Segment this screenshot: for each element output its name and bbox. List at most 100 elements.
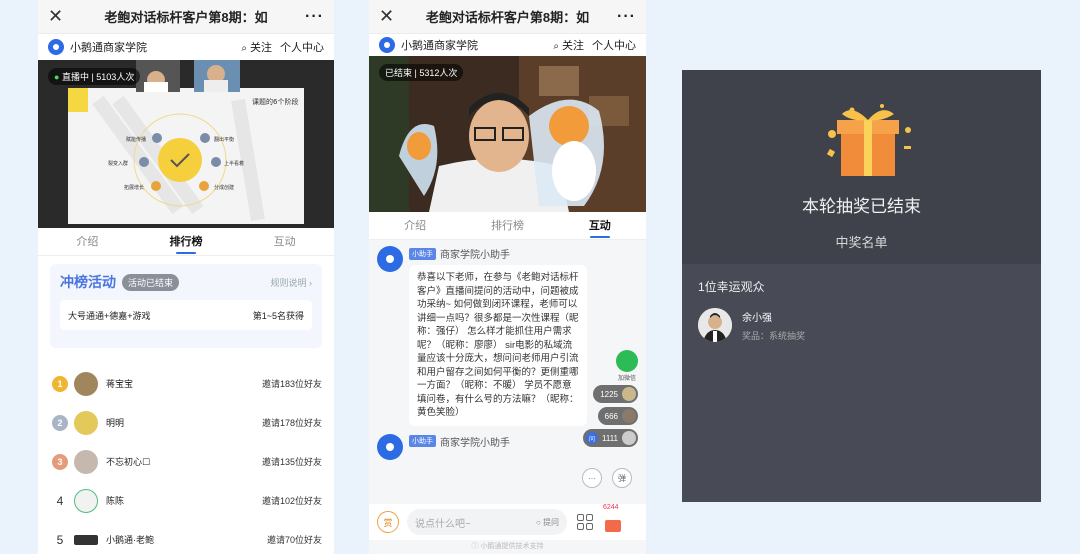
wechat-icon: [616, 350, 638, 372]
title-bar: ✕ 老鲍对话标杆客户第8期：如 ···: [38, 0, 334, 34]
svg-text:上半看着: 上半看着: [224, 160, 244, 167]
grid-menu-icon[interactable]: [577, 514, 593, 530]
page-title: 老鲍对话标杆客户第8期：如: [104, 10, 268, 25]
tab-intro[interactable]: 介绍: [38, 228, 137, 256]
badge-icon: 问: [585, 432, 598, 444]
assistant-tag: 小助手: [409, 247, 436, 260]
wechat-button[interactable]: 加微信: [616, 350, 638, 382]
ellipsis-icon: ···: [582, 468, 602, 488]
list-item[interactable]: 1 蒋宝宝 邀请183位好友: [38, 364, 334, 403]
contest-card: 冲榜活动 活动已结束 规则说明 › 大号通通+德嘉+游戏 第1~5名获得: [50, 264, 322, 348]
user-name: 小鹅通·老鲍: [106, 535, 154, 545]
contest-title: 冲榜活动: [60, 274, 116, 290]
invite-count: 邀请102位好友: [261, 496, 322, 506]
brand-name: 小鹅通商家学院: [70, 42, 147, 54]
comment-input[interactable]: 说点什么吧~ ○ 提问: [407, 509, 567, 535]
close-icon[interactable]: ✕: [379, 6, 403, 27]
avatar: [74, 449, 98, 474]
invite-count: 邀请135位好友: [261, 457, 322, 467]
input-bar: 赏 说点什么吧~ ○ 提问 6244: [369, 504, 646, 540]
wechat-label: 加微信: [617, 376, 636, 382]
avatar: [622, 431, 636, 445]
close-icon[interactable]: ✕: [48, 6, 72, 27]
tab-bar: 介绍 排行榜 互动: [369, 212, 646, 240]
avatar: [622, 409, 636, 423]
ask-toggle[interactable]: ○ 提问: [536, 517, 559, 528]
svg-text:裂变入群: 裂变入群: [108, 160, 128, 167]
prize-row: 大号通通+德嘉+游戏 第1~5名获得: [60, 300, 312, 330]
svg-text:翻出平衡: 翻出平衡: [214, 136, 234, 143]
avatar: [622, 387, 636, 401]
follow-button[interactable]: ⌕ 关注: [241, 39, 272, 55]
live-video[interactable]: 课题的6个阶段 赋能传播 裂变入群 拓展增长 翻出平衡 上半看着 分成创建 ● …: [38, 60, 334, 228]
list-item[interactable]: 4 陈陈 邀请102位好友: [38, 481, 334, 520]
winner-row: 余小强 奖品：系统抽奖: [698, 308, 805, 342]
tab-ranking[interactable]: 排行榜: [137, 228, 236, 256]
lottery-result-panel: 本轮抽奖已结束 中奖名单 1位幸运观众 余小强 奖品：系统抽奖: [682, 70, 1041, 502]
viewer-count-pill[interactable]: 1225: [593, 385, 638, 403]
avatar: [74, 410, 98, 435]
invite-count: 邀请183位好友: [261, 379, 322, 389]
svg-text:赋能传播: 赋能传播: [126, 136, 146, 143]
nav-bar: 小鹅通商家学院 ⌕ 关注 个人中心: [369, 34, 646, 56]
more-icon[interactable]: ···: [612, 8, 636, 26]
winner-prize: 奖品：系统抽奖: [742, 330, 806, 341]
avatar: [377, 246, 403, 272]
gift-icon: [605, 520, 621, 532]
bronze-medal-icon: 3: [52, 453, 68, 470]
user-name: 明明: [106, 418, 125, 428]
prize-text: 大号通通+德嘉+游戏: [68, 310, 151, 321]
viewer-count-pill[interactable]: 问 1111: [582, 429, 638, 447]
page-title: 老鲍对话标杆客户第8期：如: [425, 10, 590, 25]
user-name: 不忘初心☐: [106, 457, 151, 467]
bullet-comment-toggle[interactable]: 弹: [612, 468, 632, 488]
svg-text:分成创建: 分成创建: [214, 184, 234, 191]
more-options-button[interactable]: ···: [582, 468, 602, 488]
brand-logo-icon: [48, 39, 64, 55]
message-bubble: 恭喜以下老师，在参与《老鲍对话标杆客户》直播间提问的活动中，问题被成功采纳~ 如…: [409, 265, 587, 426]
personal-center-link[interactable]: 个人中心: [280, 39, 324, 55]
viewer-count-pill[interactable]: 666: [597, 407, 638, 425]
rank-number: 5: [56, 532, 64, 547]
svg-text:拓展增长: 拓展增长: [124, 184, 144, 191]
chat-list[interactable]: 小助手 商家学院小助手 恭喜以下老师，在参与《老鲍对话标杆客户》直播间提问的活动…: [369, 240, 646, 505]
gold-medal-icon: 1: [52, 375, 68, 392]
like-button[interactable]: 6244: [603, 504, 623, 532]
silver-medal-icon: 2: [52, 414, 68, 431]
reward-button[interactable]: 赏: [377, 511, 399, 533]
replay-video[interactable]: 已结束 | 5312人次: [369, 56, 646, 212]
sender-name: 商家学院小助手: [440, 437, 510, 449]
ranking-list: 1 蒋宝宝 邀请183位好友 2 明明 邀请178位好友 3 不忘初心☐ 邀请1…: [38, 364, 334, 554]
brand-name: 小鹅通商家学院: [401, 40, 478, 52]
personal-center-link[interactable]: 个人中心: [592, 37, 636, 53]
user-name: 蒋宝宝: [106, 379, 134, 389]
like-count: 6244: [603, 504, 619, 511]
lottery-ended-title: 本轮抽奖已结束: [802, 197, 921, 216]
tab-bar: 介绍 排行榜 互动: [38, 228, 334, 256]
user-name: 陈陈: [106, 496, 125, 506]
footer-credit: ⓘ 小鹅通提供技术支持: [471, 543, 544, 550]
follow-button[interactable]: ⌕ 关注: [553, 37, 584, 53]
nav-bar: 小鹅通商家学院 ⌕ 关注 个人中心: [38, 34, 334, 60]
avatar: [698, 308, 732, 342]
tab-ranking[interactable]: 排行榜: [461, 212, 553, 240]
list-item[interactable]: 5 小鹅通·老鲍 邀请70位好友: [38, 520, 334, 554]
sender-name: 商家学院小助手: [440, 250, 510, 261]
avatar: [74, 371, 98, 396]
tab-interact[interactable]: 互动: [235, 228, 334, 256]
more-icon[interactable]: ···: [300, 8, 324, 26]
interaction-screen: ✕ 老鲍对话标杆客户第8期：如 ··· 小鹅通商家学院 ⌕ 关注 个人中心 已结…: [369, 0, 646, 554]
rules-link[interactable]: 规则说明 ›: [270, 276, 312, 289]
invite-count: 邀请70位好友: [266, 535, 322, 545]
avatar: [74, 488, 98, 513]
tab-interact[interactable]: 互动: [554, 212, 646, 240]
list-item[interactable]: 2 明明 邀请178位好友: [38, 403, 334, 442]
search-icon: ⌕: [241, 43, 247, 54]
winner-name: 余小强: [742, 312, 772, 324]
list-item[interactable]: 3 不忘初心☐ 邀请135位好友: [38, 442, 334, 481]
ended-status-badge: 已结束 | 5312人次: [379, 64, 464, 81]
live-status-badge: ● 直播中 | 5103人次: [48, 68, 141, 85]
contest-status-badge: 活动已结束: [122, 273, 180, 291]
tab-intro[interactable]: 介绍: [369, 212, 461, 240]
title-bar: ✕ 老鲍对话标杆客户第8期：如 ···: [369, 0, 646, 34]
